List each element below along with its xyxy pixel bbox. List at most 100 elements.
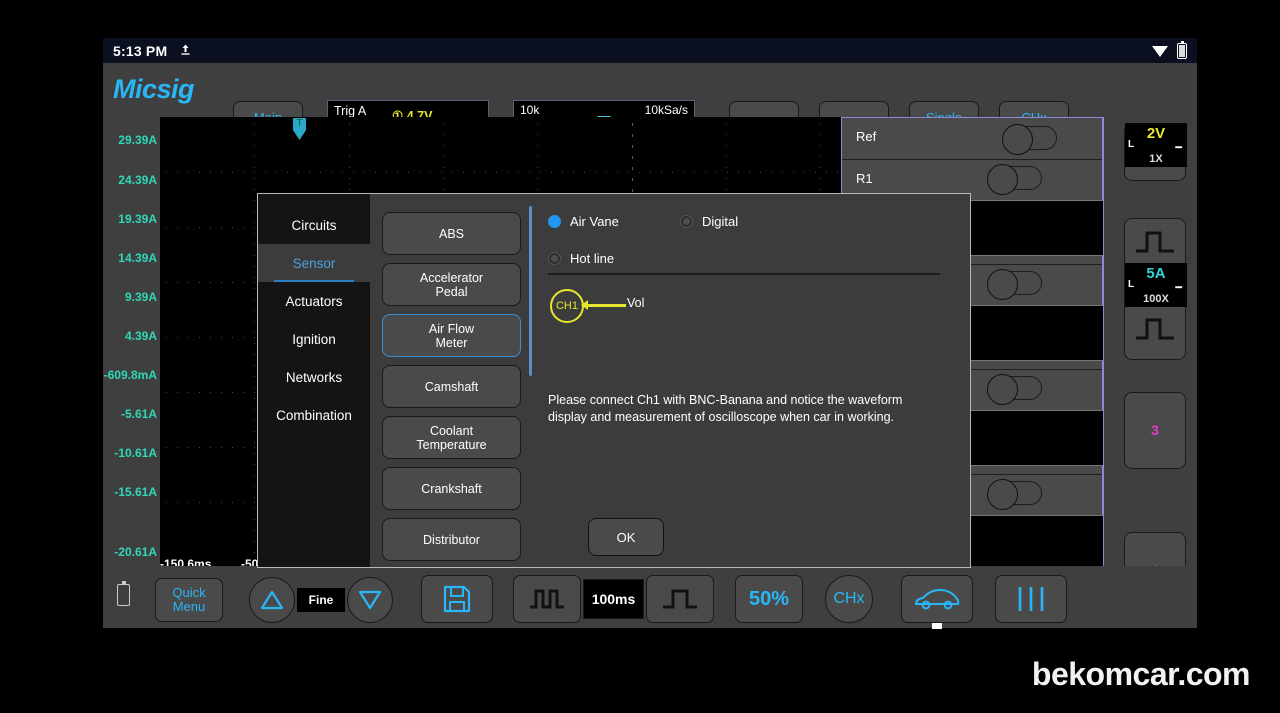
- car-icon: [914, 588, 960, 610]
- pulse-train-icon: [530, 589, 564, 609]
- y-tick: -20.61A: [114, 545, 157, 559]
- y-axis: 29.39A 24.39A 19.39A 14.39A 9.39A 4.39A …: [103, 117, 160, 587]
- vertical-bars-icon: [1018, 587, 1044, 611]
- android-status-bar: 5:13 PM: [103, 38, 1197, 63]
- trigger-label: Trig A: [334, 104, 367, 118]
- sensor-selection-dialog: Circuits Sensor Actuators Ignition Netwo…: [257, 193, 971, 568]
- reference-toggle[interactable]: [987, 374, 1042, 405]
- y-tick: 24.39A: [118, 173, 157, 187]
- car-mode-button[interactable]: [901, 575, 973, 623]
- channel-2-badge[interactable]: L 5A ━ 100X: [1125, 263, 1187, 307]
- channel-2-probe: 100X: [1143, 293, 1169, 305]
- status-bar-icons: [1152, 40, 1187, 59]
- y-tick: -5.61A: [120, 407, 157, 421]
- reference-toggle[interactable]: [987, 164, 1042, 195]
- step-pulse-icon: [663, 589, 697, 609]
- y-tick: 19.39A: [118, 212, 157, 226]
- wifi-icon: [1152, 45, 1169, 57]
- reference-label: Ref: [856, 129, 877, 144]
- triangle-up-icon: [260, 590, 284, 610]
- sensor-item-abs[interactable]: ABS: [382, 212, 521, 255]
- ok-button[interactable]: OK: [588, 518, 664, 556]
- screenshot-root: 5:13 PM Micsig Main Menu Trig A ① 4.7V: [0, 0, 1280, 713]
- y-tick: 14.39A: [118, 251, 157, 265]
- nav-item-combination[interactable]: Combination: [258, 396, 370, 434]
- channel-1-badge[interactable]: L 2V ━ 1X: [1125, 123, 1187, 167]
- nav-item-actuators[interactable]: Actuators: [258, 282, 370, 320]
- sample-rate: 10kSa/s: [644, 103, 688, 117]
- channel-1-button[interactable]: L 2V ━ 1X: [1124, 123, 1187, 181]
- channel-3-button[interactable]: 3: [1124, 392, 1186, 469]
- battery-icon: [1177, 40, 1187, 59]
- reference-row-master[interactable]: Ref: [842, 118, 1102, 160]
- nav-item-circuits[interactable]: Circuits: [258, 206, 370, 244]
- y-tick: 9.39A: [124, 290, 157, 304]
- reference-toggle[interactable]: [987, 479, 1042, 510]
- channel-2-scale: 5A: [1146, 265, 1166, 282]
- nav-item-sensor[interactable]: Sensor: [258, 244, 370, 282]
- battery-icon: [117, 581, 130, 606]
- sensor-list-scrollbar[interactable]: [529, 206, 532, 376]
- dialog-category-nav: Circuits Sensor Actuators Ignition Netwo…: [258, 194, 370, 567]
- option-label: Digital: [702, 214, 739, 229]
- save-button[interactable]: [421, 575, 493, 623]
- channel-2-button[interactable]: L 5A ━ 100X: [1124, 218, 1187, 360]
- car-mode-active-indicator: [932, 623, 942, 629]
- sensor-item-distributor[interactable]: Distributor: [382, 518, 521, 561]
- square-wave-icon-bottom: [1125, 316, 1185, 347]
- option-label: Air Vane: [570, 214, 619, 229]
- option-hot-line[interactable]: Hot line: [548, 251, 614, 266]
- channel-strip: L 2V ━ 1X L 5A ━ 100X 3: [1103, 117, 1197, 609]
- device-frame: 5:13 PM Micsig Main Menu Trig A ① 4.7V: [103, 38, 1197, 629]
- nav-item-ignition[interactable]: Ignition: [258, 320, 370, 358]
- nav-item-networks[interactable]: Networks: [258, 358, 370, 396]
- chx-button[interactable]: CHx: [825, 575, 873, 623]
- sensor-item-accelerator-pedal[interactable]: Accelerator Pedal: [382, 263, 521, 306]
- bottom-toolbar: Quick Menu Fine 100ms 50% CHx: [103, 566, 1197, 629]
- channel-3-label: 3: [1151, 422, 1159, 438]
- increase-button[interactable]: [249, 577, 295, 623]
- y-tick: -10.61A: [114, 446, 157, 460]
- wiring-connector-line: [582, 304, 626, 307]
- square-wave-icon-top: [1125, 229, 1185, 260]
- y-tick: -609.8mA: [103, 368, 157, 382]
- wiring-arrow-icon: [581, 300, 588, 310]
- dialog-instruction-text: Please connect Ch1 with BNC-Banana and n…: [548, 393, 903, 424]
- channel-1-probe: 1X: [1149, 153, 1163, 165]
- reference-label: R1: [856, 171, 873, 186]
- fine-coarse-toggle[interactable]: Fine: [297, 588, 345, 612]
- step-pulse-button[interactable]: [646, 575, 714, 623]
- sensor-item-air-flow-meter[interactable]: Air Flow Meter: [382, 314, 521, 357]
- wiring-signal-label: Vol: [627, 296, 645, 310]
- watermark: bekomcar.com: [1031, 656, 1251, 692]
- sensor-item-crankshaft[interactable]: Crankshaft: [382, 467, 521, 510]
- save-icon: [443, 585, 471, 613]
- radio-icon[interactable]: [548, 252, 561, 265]
- y-tick: 29.39A: [118, 133, 157, 147]
- pulse-train-button[interactable]: [513, 575, 581, 623]
- measure-bars-button[interactable]: [995, 575, 1067, 623]
- fifty-percent-button[interactable]: 50%: [735, 575, 803, 623]
- sensor-item-coolant-temperature[interactable]: Coolant Temperature: [382, 416, 521, 459]
- sensor-item-camshaft[interactable]: Camshaft: [382, 365, 521, 408]
- quick-menu-button[interactable]: Quick Menu: [155, 578, 223, 622]
- option-air-vane[interactable]: Air Vane: [548, 214, 619, 229]
- radio-icon[interactable]: [680, 215, 693, 228]
- triangle-down-icon: [358, 590, 382, 610]
- decrease-button[interactable]: [347, 577, 393, 623]
- channel-1-scale: 2V: [1146, 125, 1166, 142]
- reference-toggle[interactable]: [987, 269, 1042, 300]
- y-tick: -15.61A: [114, 485, 157, 499]
- reference-toggle[interactable]: [1002, 124, 1057, 155]
- option-label: Hot line: [570, 251, 615, 266]
- dialog-divider: [548, 273, 940, 275]
- radio-icon[interactable]: [548, 215, 561, 228]
- sensor-list[interactable]: ABS Accelerator Pedal Air Flow Meter Cam…: [370, 194, 535, 567]
- top-toolbar: Micsig Main Menu Trig A ① 4.7V 10k 10kSa…: [103, 63, 1197, 150]
- brand-logo: Micsig: [113, 74, 195, 104]
- timebase-display[interactable]: 100ms: [583, 579, 644, 619]
- upload-icon: [179, 43, 192, 58]
- wiring-channel-node: CH1: [550, 289, 584, 323]
- option-digital[interactable]: Digital: [680, 214, 738, 229]
- trigger-position-marker[interactable]: T: [293, 118, 306, 140]
